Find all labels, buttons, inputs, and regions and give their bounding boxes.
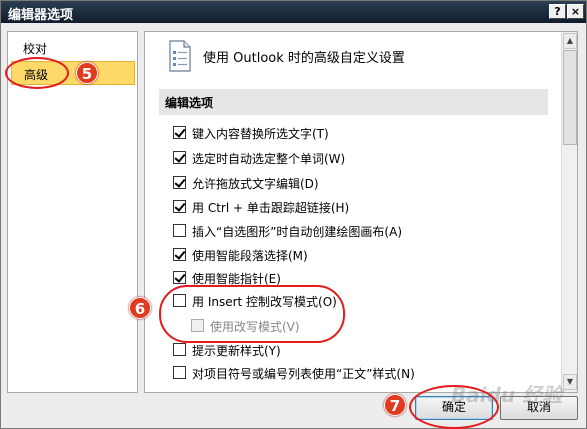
option-label: 使用智能指针(E): [192, 272, 281, 286]
checkbox[interactable]: [173, 176, 186, 189]
checkbox[interactable]: [173, 248, 186, 261]
option-label: 使用智能段落选择(M): [192, 249, 308, 263]
checkbox[interactable]: [173, 366, 186, 379]
checkbox[interactable]: [173, 343, 186, 356]
editor-options-dialog: 编辑器选项 ? × 校对 高级 使用 Outlook 时的高级自定义设置 编辑选: [0, 0, 587, 429]
close-button[interactable]: ×: [567, 4, 584, 19]
annotation-badge-5: 5: [76, 62, 98, 84]
option-label: 选定时自动选定整个单词(W): [192, 152, 346, 166]
scroll-thumb[interactable]: [563, 50, 577, 145]
checkbox[interactable]: [173, 294, 186, 307]
option-label: 允许拖放式文字编辑(D): [192, 177, 319, 191]
settings-panel: 使用 Outlook 时的高级自定义设置 编辑选项 键入内容替换所选文字(T) …: [144, 31, 578, 393]
option-label: 使用改写模式(V): [210, 320, 300, 334]
option-label: 用 Ctrl + 单击跟踪超链接(H): [192, 201, 350, 215]
checkbox: [191, 319, 204, 332]
annotation-badge-6: 6: [129, 297, 151, 319]
checkbox[interactable]: [173, 151, 186, 164]
category-sidebar: 校对 高级: [7, 31, 138, 393]
scroll-up-icon[interactable]: ▲: [563, 33, 577, 49]
vertical-scrollbar[interactable]: ▲ ▼: [561, 32, 577, 392]
option-label: 插入“自选图形”时自动创建绘图画布(A): [192, 225, 403, 239]
option-label: 提示更新样式(Y): [192, 344, 281, 358]
checkbox[interactable]: [173, 200, 186, 213]
option-label: 对项目符号或编号列表使用“正文”样式(N): [192, 367, 415, 381]
checkbox[interactable]: [173, 224, 186, 237]
option-label: 键入内容替换所选文字(T): [192, 127, 329, 141]
sidebar-item-label: 校对: [23, 42, 48, 56]
annotation-badge-7: 7: [384, 394, 406, 416]
option-label: 用 Insert 控制改写模式(O): [192, 295, 337, 309]
panel-title: 使用 Outlook 时的高级自定义设置: [203, 51, 405, 66]
sidebar-item-advanced[interactable]: 高级: [11, 61, 135, 85]
checkbox[interactable]: [173, 271, 186, 284]
panel-header: 使用 Outlook 时的高级自定义设置: [145, 32, 563, 82]
scroll-down-icon[interactable]: ▼: [563, 374, 577, 390]
window-title: 编辑器选项: [8, 8, 74, 23]
watermark: Baidu 经验: [451, 383, 563, 407]
help-button[interactable]: ?: [549, 4, 566, 19]
sidebar-item-label: 高级: [24, 68, 49, 82]
checkbox[interactable]: [173, 126, 186, 139]
section-header-editing: 编辑选项: [159, 89, 548, 115]
sidebar-item-proofing[interactable]: 校对: [11, 36, 135, 60]
document-settings-icon: [169, 40, 191, 72]
title-bar: 编辑器选项 ? ×: [1, 1, 586, 23]
